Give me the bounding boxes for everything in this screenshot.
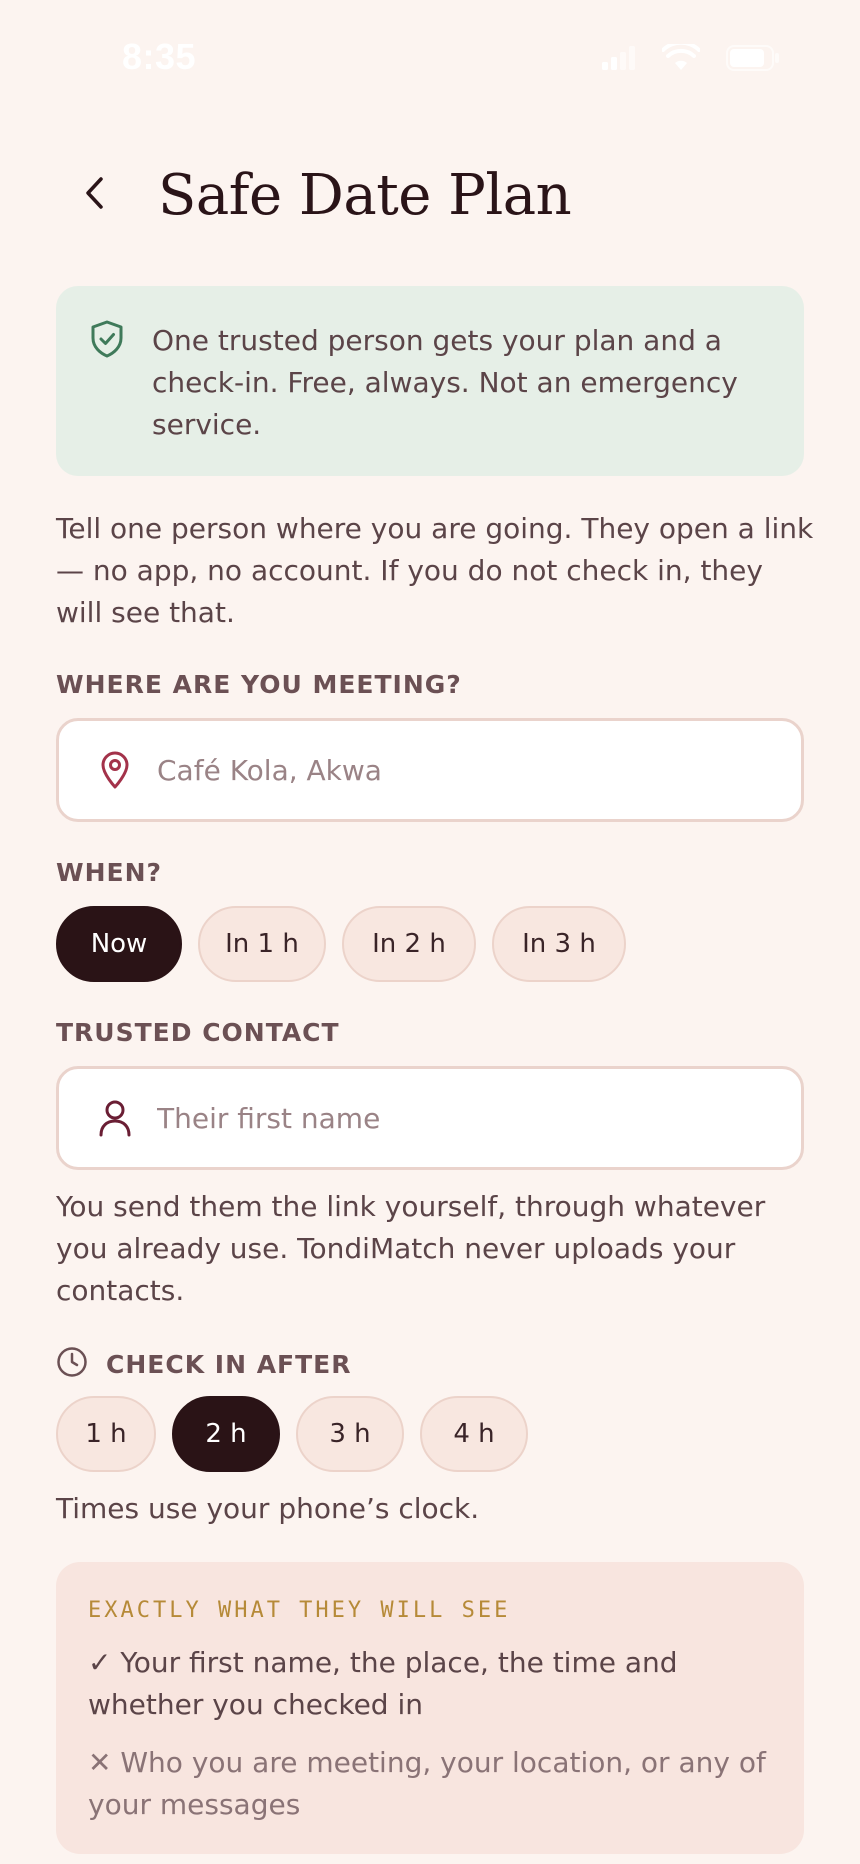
status-icons [602, 44, 780, 72]
map-pin-icon [95, 750, 135, 790]
signal-icon [602, 46, 636, 70]
when-option-2h[interactable]: In 2 h [342, 906, 476, 982]
wifi-icon [662, 44, 700, 72]
intro-text: Tell one person where you are going. The… [56, 512, 814, 629]
when-label: WHEN? [56, 858, 163, 887]
checkin-option-3h[interactable]: 3 h [296, 1396, 404, 1472]
checkin-option-2h[interactable]: 2 h [172, 1396, 280, 1472]
contact-helper-text: You send them the link yourself, through… [56, 1190, 766, 1307]
checkin-label-row: CHECK IN AFTER [56, 1346, 352, 1382]
meeting-input-field[interactable] [56, 718, 804, 822]
preview-shown-item: ✓ Your first name, the place, the time a… [88, 1646, 678, 1721]
page-title: Safe Date Plan [158, 162, 572, 228]
user-icon [95, 1099, 135, 1137]
preview-title: EXACTLY WHAT THEY WILL SEE [88, 1598, 511, 1623]
meeting-label: WHERE ARE YOU MEETING? [56, 670, 462, 699]
checkin-options: 1 h 2 h 3 h 4 h [56, 1396, 528, 1472]
checkin-helper-text: Times use your phone’s clock. [56, 1492, 480, 1525]
when-option-1h[interactable]: In 1 h [198, 906, 326, 982]
battery-icon [726, 45, 780, 71]
preview-card: EXACTLY WHAT THEY WILL SEE ✓ Your first … [56, 1562, 804, 1854]
meeting-input[interactable] [157, 753, 757, 787]
checkin-option-4h[interactable]: 4 h [420, 1396, 528, 1472]
preview-hidden-item: ✕ Who you are meeting, your location, or… [88, 1746, 766, 1821]
shield-check-icon [90, 320, 124, 362]
safe-date-plan-screen: 8:35 Safe Date Plan One trusted person g… [0, 0, 860, 1864]
checkin-option-1h[interactable]: 1 h [56, 1396, 156, 1472]
chevron-left-icon [82, 173, 106, 217]
contact-input-field[interactable] [56, 1066, 804, 1170]
contact-input[interactable] [157, 1101, 757, 1135]
contact-label: TRUSTED CONTACT [56, 1018, 340, 1047]
info-banner: One trusted person gets your plan and a … [56, 286, 804, 476]
when-option-3h[interactable]: In 3 h [492, 906, 626, 982]
info-banner-text: One trusted person gets your plan and a … [152, 324, 738, 441]
status-bar: 8:35 [0, 0, 860, 110]
status-time: 8:35 [122, 36, 197, 77]
clock-icon [56, 1346, 88, 1382]
checkin-label: CHECK IN AFTER [106, 1349, 352, 1379]
when-options: Now In 1 h In 2 h In 3 h [56, 906, 626, 982]
when-option-now[interactable]: Now [56, 906, 182, 982]
header: Safe Date Plan [56, 150, 572, 240]
back-button[interactable] [62, 163, 126, 227]
